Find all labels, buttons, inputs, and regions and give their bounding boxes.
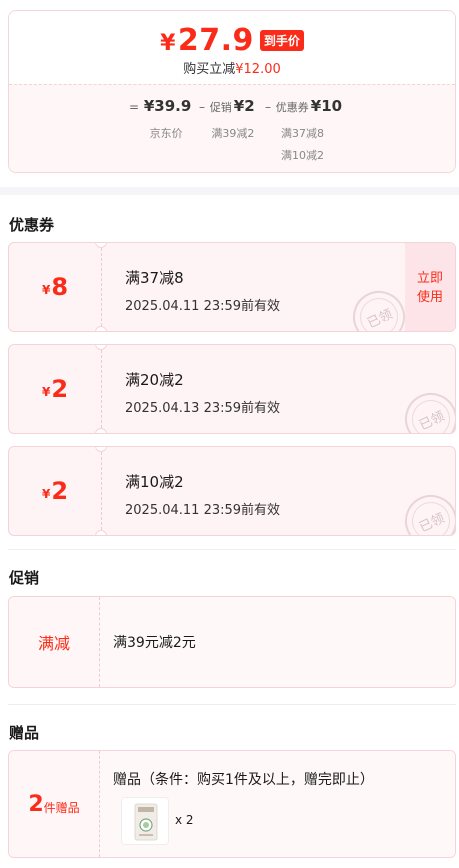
formula-sub: 满39减2: [211, 127, 255, 140]
formula-sub: 京东价: [149, 127, 183, 140]
formula-value: ¥2: [233, 97, 255, 115]
coupon-amount-value: 2: [51, 375, 69, 403]
gift-product-image[interactable]: [121, 797, 169, 845]
coupon-card[interactable]: ¥8 满37减8 2025.04.11 23:59前有效 已领 立即 使用: [8, 242, 456, 332]
currency-symbol: ¥: [160, 30, 176, 56]
formula-sub: 满10减2: [281, 149, 325, 162]
price-formula: = ¥39.9 京东价 – 促销 ¥2 满39减2 – 优惠券 ¥10 满37减8 …: [9, 85, 455, 172]
claimed-stamp: 已领: [344, 282, 414, 331]
formula-base: = ¥39.9 京东价: [129, 97, 191, 145]
formula-op: –: [199, 100, 205, 114]
final-price-tag: 到手价: [259, 29, 304, 51]
coupon-notch: [95, 428, 107, 433]
formula-label: 优惠券: [275, 101, 309, 114]
coupon-card[interactable]: ¥2 满10减2 2025.04.11 23:59前有效 已领: [8, 446, 456, 536]
promo-section-title: 促销: [9, 569, 40, 587]
price-top: ¥27.9 到手价 购买立减¥12.00: [9, 11, 455, 83]
coupon-amount: ¥2: [9, 447, 101, 535]
coupon-info: 满37减8 2025.04.11 23:59前有效: [125, 267, 280, 314]
use-now-button[interactable]: 立即 使用: [405, 243, 455, 331]
coupon-expiry: 2025.04.13 23:59前有效: [125, 401, 281, 416]
final-price-row: ¥27.9 到手价: [9, 23, 455, 58]
coupon-expiry: 2025.04.11 23:59前有效: [125, 503, 281, 518]
coupon-card[interactable]: ¥2 满20减2 2025.04.13 23:59前有效 已领: [8, 344, 456, 434]
formula-label: 促销: [209, 101, 232, 114]
formula-value: ¥10: [310, 97, 343, 115]
product-thumbnail-icon: [122, 798, 168, 844]
coupon-condition: 满10减2: [125, 473, 184, 491]
final-price: ¥27.9: [160, 23, 254, 58]
gift-count-value: 2: [28, 791, 44, 817]
gift-section-title: 赠品: [9, 724, 40, 742]
instant-cut: 购买立减¥12.00: [9, 58, 455, 77]
coupon-notch: [95, 326, 107, 331]
promo-type: 满减: [9, 597, 99, 687]
price-summary-card: ¥27.9 到手价 购买立减¥12.00 = ¥39.9 京东价 – 促销 ¥2 …: [8, 10, 456, 173]
formula-value: ¥39.9: [143, 97, 192, 115]
gift-detail: 赠品（条件：购买1件及以上，赠完即止） x 2: [99, 751, 455, 857]
promo-card: 满减 满39元减2元: [8, 596, 456, 688]
coupon-amount-value: 8: [51, 273, 69, 301]
formula-promo: – 促销 ¥2 满39减2: [199, 97, 255, 145]
use-now-label: 使用: [416, 290, 443, 305]
gift-card: 2 件赠品 赠品（条件：购买1件及以上，赠完即止） x 2: [8, 750, 456, 858]
instant-cut-label: 购买立减: [183, 62, 236, 77]
coupon-currency: ¥: [41, 487, 51, 501]
coupon-currency: ¥: [41, 283, 51, 297]
coupon-separator: [101, 447, 102, 535]
price-detail-page: ¥27.9 到手价 购买立减¥12.00 = ¥39.9 京东价 – 促销 ¥2 …: [0, 0, 459, 868]
gift-count-unit: 件赠品: [43, 800, 80, 815]
promo-separator: [99, 597, 100, 687]
formula-coupon: – 优惠券 ¥10 满37减8 满10减2: [265, 97, 342, 167]
section-divider: [0, 187, 459, 195]
coupon-section-title: 优惠券: [9, 216, 55, 234]
coupon-amount-value: 2: [51, 477, 69, 505]
coupon-condition: 满20减2: [125, 371, 184, 389]
gift-separator: [99, 751, 100, 857]
claimed-stamp: 已领: [396, 384, 455, 433]
final-price-value: 27.9: [177, 22, 254, 58]
section-divider: [8, 704, 456, 705]
coupon-separator: [101, 243, 102, 331]
coupon-info: 满20减2 2025.04.13 23:59前有效: [125, 369, 280, 416]
use-now-label: 立即: [416, 271, 443, 286]
formula-sub: 满37减8: [281, 127, 325, 140]
formula-op: =: [129, 100, 140, 114]
instant-cut-value: ¥12.00: [235, 62, 281, 77]
gift-quantity: x 2: [175, 813, 194, 827]
coupon-amount: ¥2: [9, 345, 101, 433]
coupon-separator: [101, 345, 102, 433]
promo-detail: 满39元减2元: [99, 597, 455, 687]
formula-op: –: [265, 100, 271, 114]
coupon-currency: ¥: [41, 385, 51, 399]
coupon-amount: ¥8: [9, 243, 101, 331]
coupon-expiry: 2025.04.11 23:59前有效: [125, 299, 281, 314]
gift-description: 赠品（条件：购买1件及以上，赠完即止）: [113, 772, 374, 788]
coupon-notch: [95, 530, 107, 535]
claimed-stamp: 已领: [396, 486, 455, 535]
coupon-info: 满10减2 2025.04.11 23:59前有效: [125, 471, 280, 518]
coupon-condition: 满37减8: [125, 269, 184, 287]
price-formula-area: = ¥39.9 京东价 – 促销 ¥2 满39减2 – 优惠券 ¥10 满37减8 …: [9, 84, 455, 172]
section-divider: [8, 549, 456, 550]
gift-count: 2 件赠品: [9, 751, 99, 857]
